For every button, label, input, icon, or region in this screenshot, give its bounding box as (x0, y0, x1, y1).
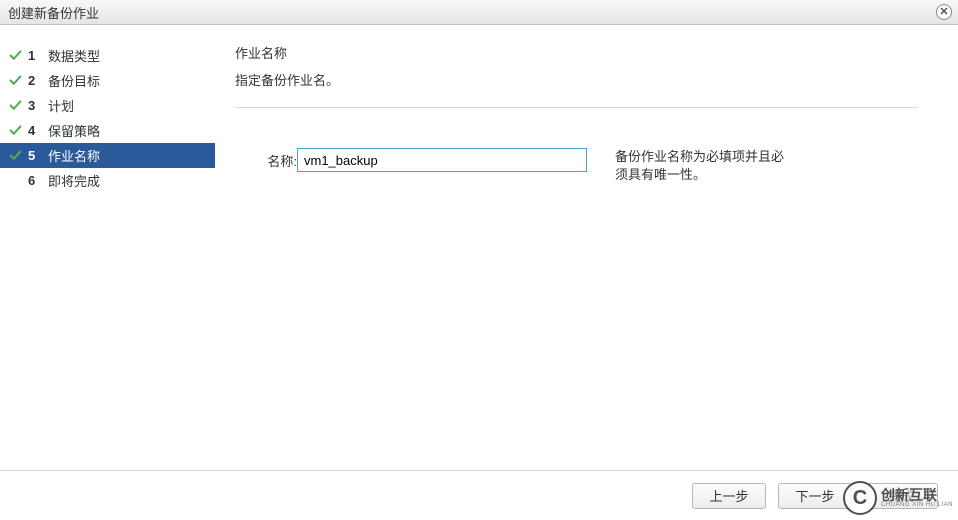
divider (235, 107, 918, 108)
step-number: 6 (28, 173, 44, 188)
job-name-input[interactable] (297, 148, 587, 172)
name-help-text: 备份作业名称为必填项并且必须具有唯一性。 (615, 148, 790, 184)
check-icon (8, 99, 22, 113)
wizard-footer: 上一步 下一步 完成 (0, 470, 958, 520)
step-label: 即将完成 (48, 171, 100, 190)
step-number: 5 (28, 148, 44, 163)
step-label: 备份目标 (48, 71, 100, 90)
step-number: 4 (28, 123, 44, 138)
next-button[interactable]: 下一步 (778, 483, 852, 509)
wizard-step-data-type[interactable]: 1 数据类型 (0, 43, 215, 68)
name-label: 名称: (235, 148, 297, 170)
wizard-sidebar: 1 数据类型 2 备份目标 3 计划 4 保留策略 (0, 25, 215, 470)
check-icon (8, 124, 22, 138)
check-icon (8, 149, 22, 163)
check-icon (8, 74, 22, 88)
close-icon[interactable]: ✕ (936, 4, 952, 20)
content-title: 作业名称 (235, 43, 918, 62)
wizard-step-job-name[interactable]: 5 作业名称 (0, 143, 215, 168)
wizard-step-schedule[interactable]: 3 计划 (0, 93, 215, 118)
step-label: 计划 (48, 96, 74, 115)
step-number: 3 (28, 98, 44, 113)
wizard-step-summary[interactable]: 6 即将完成 (0, 168, 215, 193)
step-label: 作业名称 (48, 146, 100, 165)
check-icon (8, 49, 22, 63)
dialog-body: 1 数据类型 2 备份目标 3 计划 4 保留策略 (0, 25, 958, 470)
step-number: 2 (28, 73, 44, 88)
dialog-title: 创建新备份作业 (8, 3, 99, 22)
step-number: 1 (28, 48, 44, 63)
step-label: 数据类型 (48, 46, 100, 65)
wizard-step-backup-target[interactable]: 2 备份目标 (0, 68, 215, 93)
form-row-name: 名称: 备份作业名称为必填项并且必须具有唯一性。 (235, 148, 918, 184)
wizard-step-retention[interactable]: 4 保留策略 (0, 118, 215, 143)
prev-button[interactable]: 上一步 (692, 483, 766, 509)
content-subtitle: 指定备份作业名。 (235, 70, 918, 89)
finish-button: 完成 (864, 483, 938, 509)
titlebar: 创建新备份作业 ✕ (0, 0, 958, 25)
wizard-content: 作业名称 指定备份作业名。 名称: 备份作业名称为必填项并且必须具有唯一性。 (215, 25, 958, 470)
step-label: 保留策略 (48, 121, 100, 140)
